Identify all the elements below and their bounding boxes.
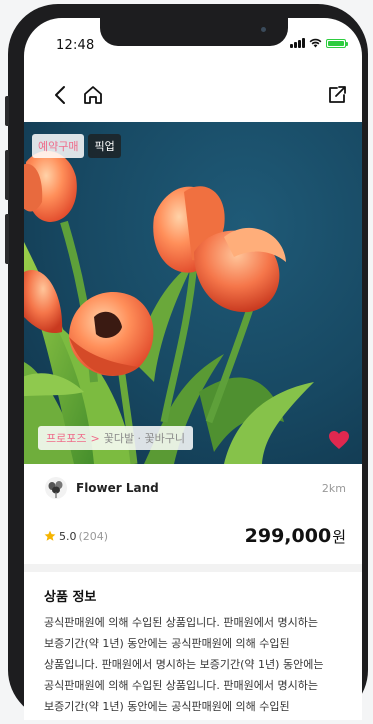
review-count[interactable]: (204) — [79, 530, 109, 543]
battery-icon — [326, 38, 348, 48]
phone-frame: 12:48 예약구매 픽업 프로포즈 > 꽃다발 · 꽃바구니 Flower L… — [5, 4, 368, 720]
star-icon — [44, 530, 56, 541]
share-icon[interactable] — [326, 84, 348, 106]
product-image[interactable]: 예약구매 픽업 프로포즈 > 꽃다발 · 꽃바구니 — [24, 122, 362, 464]
product-info-title: 상품 정보 — [44, 590, 97, 605]
phone-screen: 12:48 예약구매 픽업 프로포즈 > 꽃다발 · 꽃바구니 Flower L… — [24, 18, 362, 720]
home-icon[interactable] — [82, 84, 104, 106]
product-price: 299,000원 — [245, 525, 346, 547]
camera-dot — [261, 27, 266, 32]
tulip-bouquet-image — [24, 150, 314, 464]
hero-badges: 예약구매 픽업 — [32, 134, 121, 158]
seller-distance: 2km — [321, 481, 346, 495]
price-unit: 원 — [332, 528, 346, 546]
preorder-badge: 예약구매 — [32, 134, 85, 158]
seller-name[interactable]: Flower Land — [76, 481, 159, 495]
category-breadcrumb[interactable]: 프로포즈 > 꽃다발 · 꽃바구니 — [38, 426, 194, 450]
price-row: 5.0 (204) 299,000원 — [44, 518, 346, 554]
status-icons — [290, 38, 348, 48]
section-divider — [24, 564, 362, 572]
wifi-icon — [309, 38, 322, 48]
pickup-badge: 픽업 — [88, 134, 121, 158]
rating-score: 5.0 — [59, 529, 77, 543]
breadcrumb-separator: > — [90, 431, 100, 445]
volume-down-button — [5, 214, 9, 264]
volume-up-button — [5, 150, 9, 200]
breadcrumb-category[interactable]: 프로포즈 — [46, 430, 86, 446]
notch — [100, 18, 288, 46]
mute-switch — [5, 96, 9, 126]
signal-icon — [290, 38, 305, 48]
heart-icon[interactable] — [328, 430, 350, 450]
seller-logo-icon — [45, 477, 67, 499]
status-time: 12:48 — [56, 38, 95, 53]
seller-row[interactable]: Flower Land 2km — [44, 474, 346, 502]
top-nav — [24, 74, 362, 114]
breadcrumb-subcategory[interactable]: 꽃다발 · 꽃바구니 — [104, 430, 185, 446]
chevron-left-icon[interactable] — [50, 84, 72, 106]
product-info-body: 공식판매원에 의해 수입된 상품입니다. 판매원에서 명시하는 보증기간(약 1… — [44, 616, 324, 713]
price-value: 299,000 — [244, 525, 332, 547]
